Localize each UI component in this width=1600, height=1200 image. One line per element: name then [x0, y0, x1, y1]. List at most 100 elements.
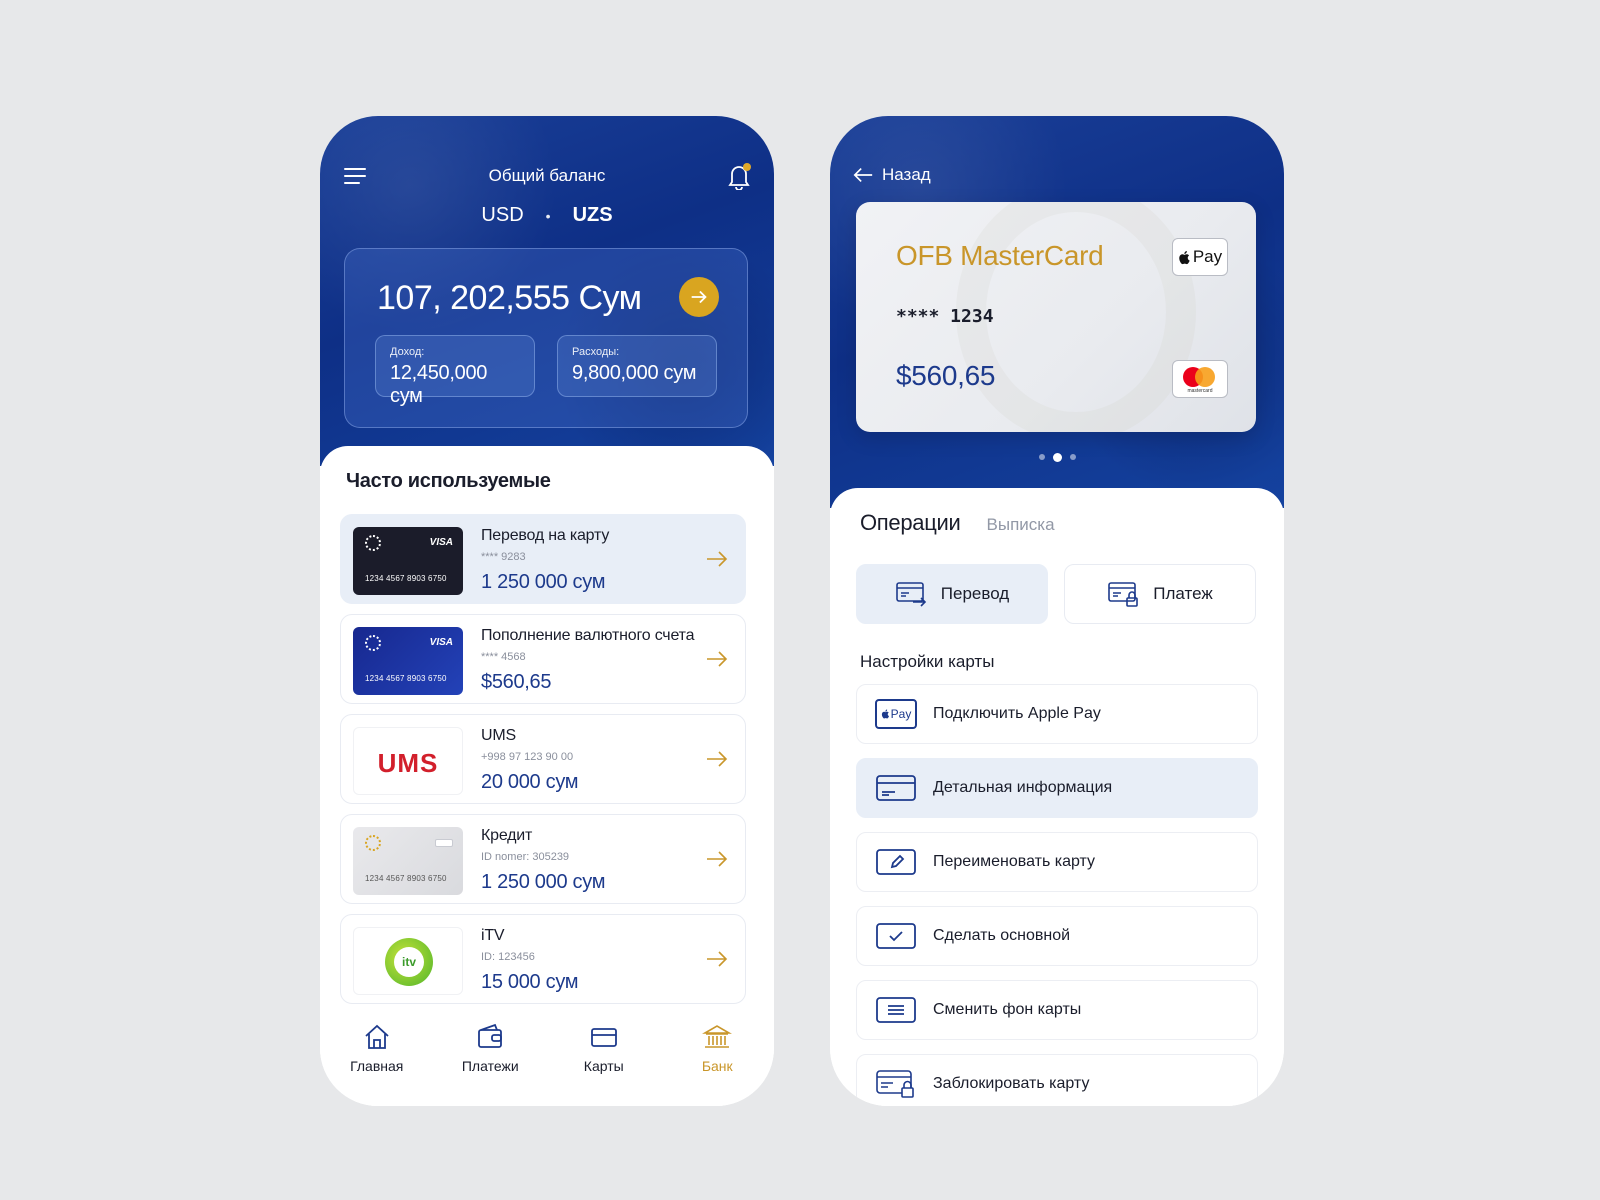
currency-separator: • — [545, 207, 551, 224]
favorite-subtitle: +998 97 123 90 00 — [481, 751, 574, 763]
setting-block-card[interactable]: Заблокировать карту — [856, 1054, 1258, 1106]
income-box: Доход: 12,450,000 сум — [375, 335, 535, 407]
tab-bank[interactable]: Банк — [672, 1022, 762, 1074]
setting-label: Детальная информация — [933, 779, 1113, 796]
currency-switch: USD • UZS — [320, 204, 774, 227]
currency-usd[interactable]: USD — [481, 204, 523, 227]
favorite-item-currency-topup[interactable]: VISA 1234 4567 8903 6750 Пополнение валю… — [340, 614, 746, 704]
operations-sheet: Операции Выписка Перевод Платеж Настройк… — [830, 488, 1284, 1106]
favorite-amount: 1 250 000 сум — [481, 571, 606, 593]
income-label: Доход: — [390, 346, 425, 358]
favorite-item-itv[interactable]: itv iTV ID: 123456 15 000 сум — [340, 914, 746, 1004]
notification-bell-icon[interactable] — [726, 162, 752, 191]
bank-card[interactable]: OFB MasterCard Pay **** 1234 $560,65 mas… — [856, 202, 1256, 432]
ums-logo-thumbnail: UMS — [353, 727, 463, 795]
visa-logo: VISA — [429, 637, 453, 648]
setting-apple-pay[interactable]: Pay Подключить Apple Pay — [856, 684, 1258, 744]
favorite-item-ums[interactable]: UMS UMS +998 97 123 90 00 20 000 сум — [340, 714, 746, 804]
tab-label: Банк — [701, 1058, 733, 1074]
favorites-sheet: Часто используемые VISA 1234 4567 8903 6… — [320, 446, 774, 1106]
expense-value: 9,800,000 сум — [572, 362, 697, 384]
arrow-right-icon[interactable] — [705, 847, 729, 871]
home-screen: Общий баланс USD • UZS 107, 202,555 Сум … — [320, 116, 774, 1106]
favorite-item-credit[interactable]: 1234 4567 8903 6750 Кредит ID nomer: 305… — [340, 814, 746, 904]
bottom-tabbar: Главная Платежи Карты Банк — [320, 1006, 774, 1106]
back-label: Назад — [882, 165, 931, 184]
apple-pay-badge: Pay — [1172, 238, 1228, 276]
notification-dot — [743, 163, 751, 171]
card-chip-icon — [435, 839, 453, 847]
payment-button[interactable]: Платеж — [1064, 564, 1256, 624]
thumbnail-card-number: 1234 4567 8903 6750 — [365, 874, 447, 883]
check-icon — [876, 923, 916, 949]
bank-logo-icon — [365, 635, 381, 651]
card-lock-icon — [876, 1070, 914, 1098]
itv-logo-thumbnail: itv — [353, 927, 463, 995]
favorite-title: iTV — [481, 927, 505, 944]
pencil-icon — [876, 849, 916, 875]
favorite-amount: 15 000 сум — [481, 971, 579, 993]
tab-statement[interactable]: Выписка — [987, 515, 1055, 535]
setting-label: Переименовать карту — [933, 853, 1096, 870]
ums-logo: UMS — [377, 748, 439, 778]
pager-dot-active[interactable] — [1052, 453, 1062, 462]
arrow-right-icon[interactable] — [705, 547, 729, 571]
apple-pay-text: Pay — [1192, 247, 1223, 266]
setting-label: Подключить Apple Pay — [933, 705, 1101, 722]
tab-label: Платежи — [461, 1058, 519, 1074]
credit-card-thumbnail: 1234 4567 8903 6750 — [353, 827, 463, 895]
balance-hero: Общий баланс USD • UZS 107, 202,555 Сум … — [320, 116, 774, 466]
setting-details[interactable]: Детальная информация — [856, 758, 1258, 818]
income-value: 12,450,000 сум — [390, 362, 488, 407]
tab-payments[interactable]: Платежи — [445, 1022, 535, 1074]
expense-label: Расходы: — [572, 346, 620, 358]
favorite-title: UMS — [481, 727, 516, 744]
back-button[interactable]: Назад — [852, 164, 931, 186]
favorite-title: Кредит — [481, 827, 533, 844]
favorite-subtitle: ID: 123456 — [481, 951, 535, 963]
card-details-screen: Назад OFB MasterCard Pay **** 1234 $560,… — [830, 116, 1284, 1106]
favorite-title: Перевод на карту — [481, 527, 610, 544]
page-title: Общий баланс — [488, 166, 606, 185]
visa-logo: VISA — [429, 537, 453, 548]
transfer-button[interactable]: Перевод — [856, 564, 1048, 624]
favorite-amount: 20 000 сум — [481, 771, 579, 793]
expense-box: Расходы: 9,800,000 сум — [557, 335, 717, 397]
tab-label: Главная — [350, 1058, 404, 1074]
arrow-left-icon — [853, 167, 873, 183]
operations-tabs: Операции Выписка — [860, 510, 1055, 536]
arrow-right-icon[interactable] — [705, 947, 729, 971]
pager-dot[interactable] — [1069, 454, 1076, 460]
card-info-icon — [876, 775, 916, 801]
apple-pay-icon: Pay — [875, 699, 917, 729]
total-balance: 107, 202,555 Сум — [377, 279, 642, 317]
arrow-right-icon[interactable] — [705, 747, 729, 771]
tab-cards[interactable]: Карты — [559, 1022, 649, 1074]
tab-label: Карты — [583, 1058, 624, 1074]
payment-icon — [1108, 582, 1139, 607]
favorite-amount: $560,65 — [481, 671, 552, 693]
transfer-label: Перевод — [940, 584, 1010, 603]
card-icon — [590, 1028, 617, 1047]
favorite-item-card-transfer[interactable]: VISA 1234 4567 8903 6750 Перевод на карт… — [340, 514, 746, 604]
wallet-icon — [478, 1023, 503, 1048]
setting-label: Сделать основной — [933, 927, 1071, 944]
currency-uzs[interactable]: UZS — [573, 204, 613, 227]
tab-home[interactable]: Главная — [332, 1022, 422, 1074]
payment-label: Платеж — [1153, 584, 1213, 603]
setting-make-primary[interactable]: Сделать основной — [856, 906, 1258, 966]
card-balance: $560,65 — [896, 360, 996, 391]
home-icon — [365, 1024, 389, 1049]
bank-icon — [702, 1025, 733, 1048]
pager-dot[interactable] — [1038, 454, 1045, 460]
setting-rename[interactable]: Переименовать карту — [856, 832, 1258, 892]
mastercard-wordmark: mastercard — [1187, 388, 1213, 394]
arrow-right-icon[interactable] — [705, 647, 729, 671]
visa-card-thumbnail: VISA 1234 4567 8903 6750 — [353, 527, 463, 595]
favorite-subtitle: **** 9283 — [481, 551, 526, 563]
favorite-subtitle: **** 4568 — [481, 651, 526, 663]
visa-card-thumbnail: VISA 1234 4567 8903 6750 — [353, 627, 463, 695]
balance-details-button[interactable] — [679, 277, 719, 317]
setting-change-background[interactable]: Сменить фон карты — [856, 980, 1258, 1040]
tab-operations[interactable]: Операции — [860, 510, 961, 536]
